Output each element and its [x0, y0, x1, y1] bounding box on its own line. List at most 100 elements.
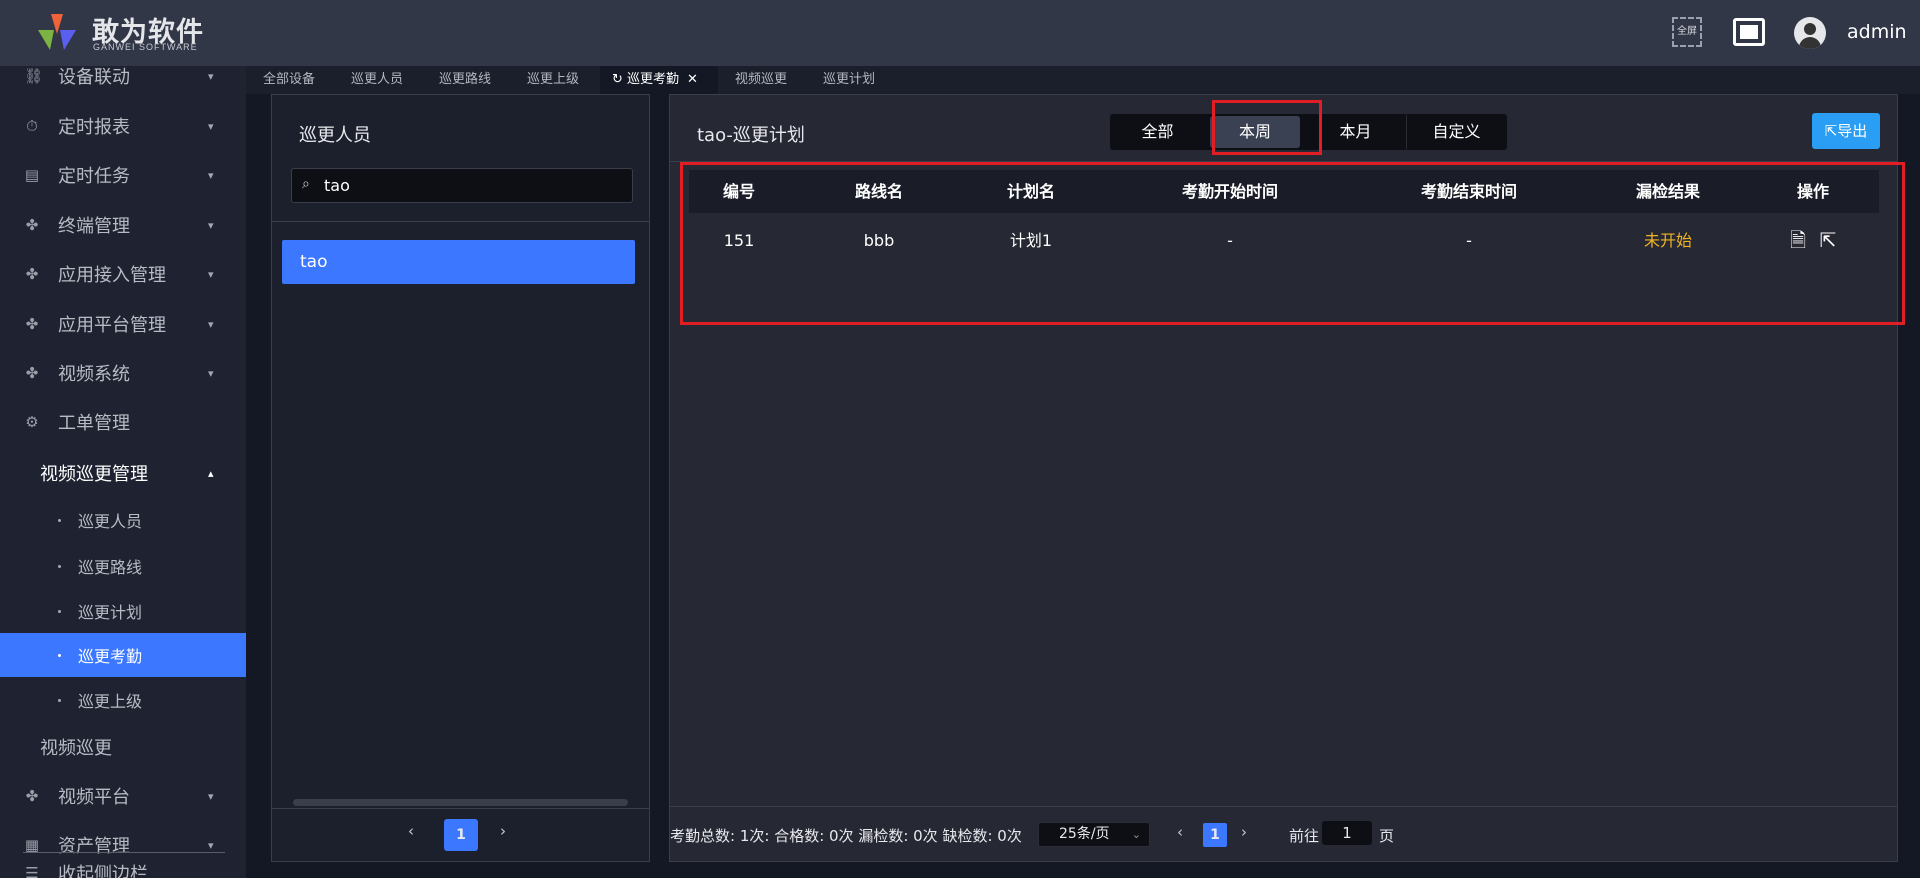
sidebar-sub-patrol-superior[interactable]: 巡更上级	[0, 677, 246, 723]
horizontal-scrollbar[interactable]	[293, 799, 628, 806]
label: 终端管理	[58, 216, 130, 237]
chevron-down-icon: ▾	[208, 119, 214, 133]
sidebar-item-video-system[interactable]: ✤ 视频系统 ▾	[0, 350, 246, 396]
tab-bar: 全部设备 巡更人员 巡更路线 巡更上级 ↻ 巡更考勤 ✕ 视频巡更 巡更计划	[246, 66, 1920, 94]
label: 巡更考勤	[627, 72, 680, 87]
tab-video-patrol[interactable]: 视频巡更	[735, 66, 787, 94]
label: 巡更路线	[78, 558, 143, 577]
filter-custom[interactable]: 自定义	[1406, 115, 1506, 149]
sidebar-item-work-order[interactable]: ⚙ 工单管理	[0, 399, 246, 445]
grid-icon: ✤	[25, 265, 39, 283]
filter-all[interactable]: 全部	[1110, 115, 1205, 149]
label: 收起侧边栏	[58, 864, 148, 878]
timer-icon: ⏱	[26, 117, 38, 135]
goto-label: 前往	[1289, 827, 1320, 845]
col-result: 漏检结果	[1635, 182, 1701, 201]
page-number[interactable]: 1	[1203, 823, 1227, 847]
sidebar-item-device-linkage[interactable]: ⛓ 设备联动 ▾	[0, 66, 246, 99]
patrol-staff-panel: 巡更人员 ⌕ tao tao ‹ 1 ›	[271, 94, 650, 862]
tab-patrol-plan[interactable]: 巡更计划	[823, 66, 875, 94]
prev-page-icon[interactable]: ‹	[408, 822, 414, 840]
avatar[interactable]	[1794, 17, 1826, 49]
sidebar-sub-patrol-plan[interactable]: 巡更计划	[0, 588, 246, 634]
label: 视频系统	[58, 364, 130, 385]
attendance-panel: tao-巡更计划 全部 本周 本月 自定义 ⇱导出 编号 路线名 计划名 考勤开…	[669, 94, 1898, 862]
divider	[670, 161, 1897, 162]
col-end-time: 考勤结束时间	[1420, 182, 1518, 201]
sidebar-sub-patrol-route[interactable]: 巡更路线	[0, 543, 246, 589]
chevron-up-icon: ▴	[208, 466, 214, 480]
open-external-icon[interactable]: ⇱	[1820, 213, 1837, 268]
close-icon[interactable]: ✕	[687, 72, 698, 87]
username[interactable]: admin	[1847, 21, 1907, 43]
divider	[272, 221, 649, 222]
chevron-down-icon: ⌄	[1131, 828, 1141, 841]
task-icon: ▤	[24, 166, 40, 184]
fullscreen-button[interactable]: 全屏	[1672, 17, 1702, 47]
label: 巡更计划	[78, 603, 143, 622]
prev-page-icon[interactable]: ‹	[1177, 823, 1183, 841]
filter-this-month[interactable]: 本月	[1308, 115, 1403, 149]
screen-icon[interactable]	[1733, 18, 1765, 46]
tab-all-devices[interactable]: 全部设备	[263, 66, 315, 94]
list-item[interactable]: tao	[282, 240, 635, 284]
cell-id: 151	[723, 231, 755, 250]
link-icon: ⛓	[24, 67, 44, 85]
date-filter: 全部 本周 本月 自定义	[1110, 114, 1507, 150]
label: 导出	[1837, 122, 1868, 140]
sidebar-item-app-access[interactable]: ✤ 应用接入管理 ▾	[0, 251, 246, 297]
asset-icon: ▦	[24, 836, 40, 854]
next-page-icon[interactable]: ›	[1241, 823, 1247, 841]
label: 应用平台管理	[58, 315, 166, 336]
sidebar-sub-patrol-attendance[interactable]: 巡更考勤	[0, 633, 246, 677]
label: 应用接入管理	[58, 265, 166, 286]
page-number[interactable]: 1	[444, 819, 478, 851]
page-suffix: 页	[1379, 827, 1395, 845]
next-page-icon[interactable]: ›	[500, 822, 506, 840]
label: 工单管理	[58, 413, 130, 434]
sidebar-item-video-patrol[interactable]: 视频巡更	[0, 724, 246, 770]
page-size-select[interactable]: 25条/页 ⌄	[1038, 822, 1150, 847]
sidebar-item-terminal[interactable]: ✤ 终端管理 ▾	[0, 202, 246, 248]
chevron-down-icon: ▾	[208, 218, 214, 232]
attendance-summary: 考勤总数: 1次: 合格数: 0次 漏检数: 0次 缺检数: 0次	[670, 827, 1022, 845]
view-detail-icon[interactable]: 🗎	[1790, 213, 1806, 268]
tab-patrol-superior[interactable]: 巡更上级	[527, 66, 579, 94]
col-route: 路线名	[854, 182, 904, 201]
sidebar-sub-patrol-staff[interactable]: 巡更人员	[0, 497, 246, 543]
chevron-down-icon: ▾	[208, 267, 214, 281]
divider	[272, 808, 649, 809]
sidebar-item-timed-report[interactable]: ⏱ 定时报表 ▾	[0, 103, 246, 149]
grid-icon: ✤	[25, 787, 39, 805]
logo-icon	[38, 14, 76, 50]
grid-icon: ✤	[25, 315, 39, 333]
export-button[interactable]: ⇱导出	[1812, 113, 1880, 149]
tab-patrol-route[interactable]: 巡更路线	[439, 66, 491, 94]
col-plan: 计划名	[1006, 182, 1056, 201]
chevron-down-icon: ▾	[208, 789, 214, 803]
table-header: 编号 路线名 计划名 考勤开始时间 考勤结束时间 漏检结果 操作	[689, 170, 1879, 213]
bullet	[58, 698, 61, 702]
divider	[670, 806, 1897, 807]
chevron-down-icon: ▾	[208, 366, 214, 380]
sidebar: ⛓ 设备联动 ▾ ⏱ 定时报表 ▾ ▤ 定时任务 ▾ ✤ 终端管理 ▾ ✤ 应用接入管理 ▾ ✤ 应用…	[0, 66, 246, 878]
sidebar-item-app-platform[interactable]: ✤ 应用平台管理 ▾	[0, 301, 246, 347]
chevron-down-icon: ▾	[208, 168, 214, 182]
tab-patrol-attendance[interactable]: ↻ 巡更考勤 ✕	[600, 66, 718, 94]
goto-page-input[interactable]: 1	[1322, 821, 1372, 845]
label: 定时报表	[58, 117, 130, 138]
filter-this-week[interactable]: 本周	[1210, 116, 1300, 148]
panel-title: tao-巡更计划	[697, 125, 805, 146]
export-icon: ⇱	[1824, 122, 1838, 140]
cell-plan: 计划1	[1009, 231, 1053, 250]
col-id: 编号	[722, 182, 756, 201]
collapse-sidebar-button[interactable]: ☰ 收起侧边栏	[0, 853, 246, 878]
tab-patrol-staff[interactable]: 巡更人员	[351, 66, 403, 94]
sidebar-item-video-patrol-mgmt[interactable]: 视频巡更管理 ▴	[0, 450, 246, 496]
label: 设备联动	[58, 67, 130, 88]
search-input[interactable]: ⌕ tao	[291, 168, 633, 203]
grid-icon: ✤	[25, 364, 39, 382]
refresh-icon[interactable]: ↻	[612, 72, 627, 87]
sidebar-item-timed-task[interactable]: ▤ 定时任务 ▾	[0, 152, 246, 198]
sidebar-item-video-platform[interactable]: ✤ 视频平台 ▾	[0, 773, 246, 819]
